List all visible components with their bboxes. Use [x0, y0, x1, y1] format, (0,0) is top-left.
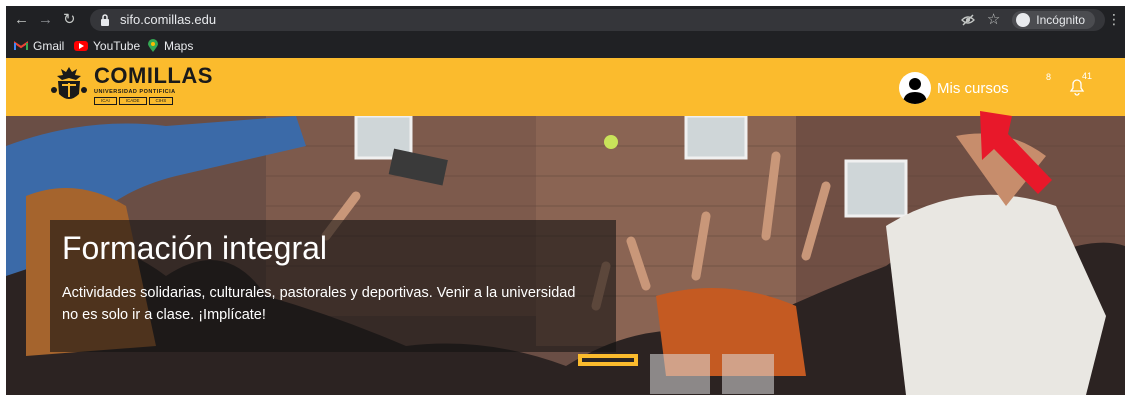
- logo-wordmark: COMILLAS UNIVERSIDAD PONTIFICIA ICAI ICA…: [94, 65, 213, 105]
- bookmark-maps[interactable]: Maps: [147, 39, 193, 53]
- forward-arrow-icon[interactable]: →: [38, 10, 53, 30]
- logo-main-text: COMILLAS: [94, 63, 213, 88]
- reload-icon[interactable]: ↻: [63, 10, 76, 30]
- notification-badge: 41: [1082, 71, 1093, 81]
- logo-section: CIHS: [148, 97, 174, 105]
- star-icon[interactable]: ☆: [987, 11, 1000, 29]
- hero-carousel: Formación integral Actividades solidaria…: [6, 116, 1125, 395]
- site-logo[interactable]: COMILLAS UNIVERSIDAD PONTIFICIA ICAI ICA…: [48, 64, 213, 106]
- bookmark-youtube[interactable]: YouTube: [74, 39, 140, 53]
- gmail-icon: [14, 41, 28, 50]
- kebab-menu-icon[interactable]: ⋮: [1107, 11, 1121, 28]
- address-bar[interactable]: sifo.comillas.edu ☆ Incógnito: [90, 9, 1105, 31]
- hero-text: Actividades solidarias, culturales, past…: [62, 285, 576, 323]
- logo-subtitle: UNIVERSIDAD PONTIFICIA: [94, 89, 176, 95]
- carousel-indicator[interactable]: [650, 354, 710, 394]
- my-courses-label: Mis cursos: [937, 79, 1009, 97]
- incognito-icon: [1016, 13, 1031, 27]
- hero-title: Formación integral: [62, 230, 327, 266]
- url-text: sifo.comillas.edu: [120, 12, 217, 27]
- browser-window: ← → ↻ sifo.comillas.edu ☆ Incógnito ⋮ Gm…: [6, 6, 1125, 395]
- incognito-badge[interactable]: Incógnito: [1012, 11, 1095, 29]
- back-arrow-icon[interactable]: ←: [14, 10, 29, 30]
- carousel-indicator[interactable]: [722, 354, 774, 394]
- coat-of-arms-icon: [51, 67, 87, 99]
- bookmarks-bar: Gmail YouTube Maps: [6, 34, 1125, 58]
- browser-toolbar: ← → ↻ sifo.comillas.edu ☆ Incógnito ⋮: [6, 6, 1125, 34]
- eye-off-icon[interactable]: [960, 13, 975, 27]
- bookmark-label: Maps: [164, 39, 194, 53]
- lock-icon: [101, 14, 109, 26]
- hero-caption: Formación integral Actividades solidaria…: [50, 220, 616, 352]
- bookmark-gmail[interactable]: Gmail: [14, 39, 64, 53]
- bookmark-label: YouTube: [93, 39, 141, 53]
- logo-section: ICAI: [94, 97, 117, 105]
- carousel-indicator-active[interactable]: [578, 354, 638, 366]
- logo-sections: ICAI ICADE CIHS: [94, 97, 213, 105]
- notification-count-small: 8: [1046, 72, 1052, 82]
- avatar: [899, 72, 931, 104]
- site-header: COMILLAS UNIVERSIDAD PONTIFICIA ICAI ICA…: [6, 58, 1125, 116]
- bookmark-label: Gmail: [33, 39, 65, 53]
- incognito-label: Incógnito: [1036, 13, 1085, 27]
- youtube-icon: [74, 41, 88, 51]
- my-courses-link[interactable]: Mis cursos: [899, 72, 1009, 104]
- carousel-indicators: [578, 354, 774, 394]
- maps-icon: [148, 39, 158, 52]
- logo-section: ICADE: [118, 97, 147, 105]
- user-icon: [903, 78, 927, 104]
